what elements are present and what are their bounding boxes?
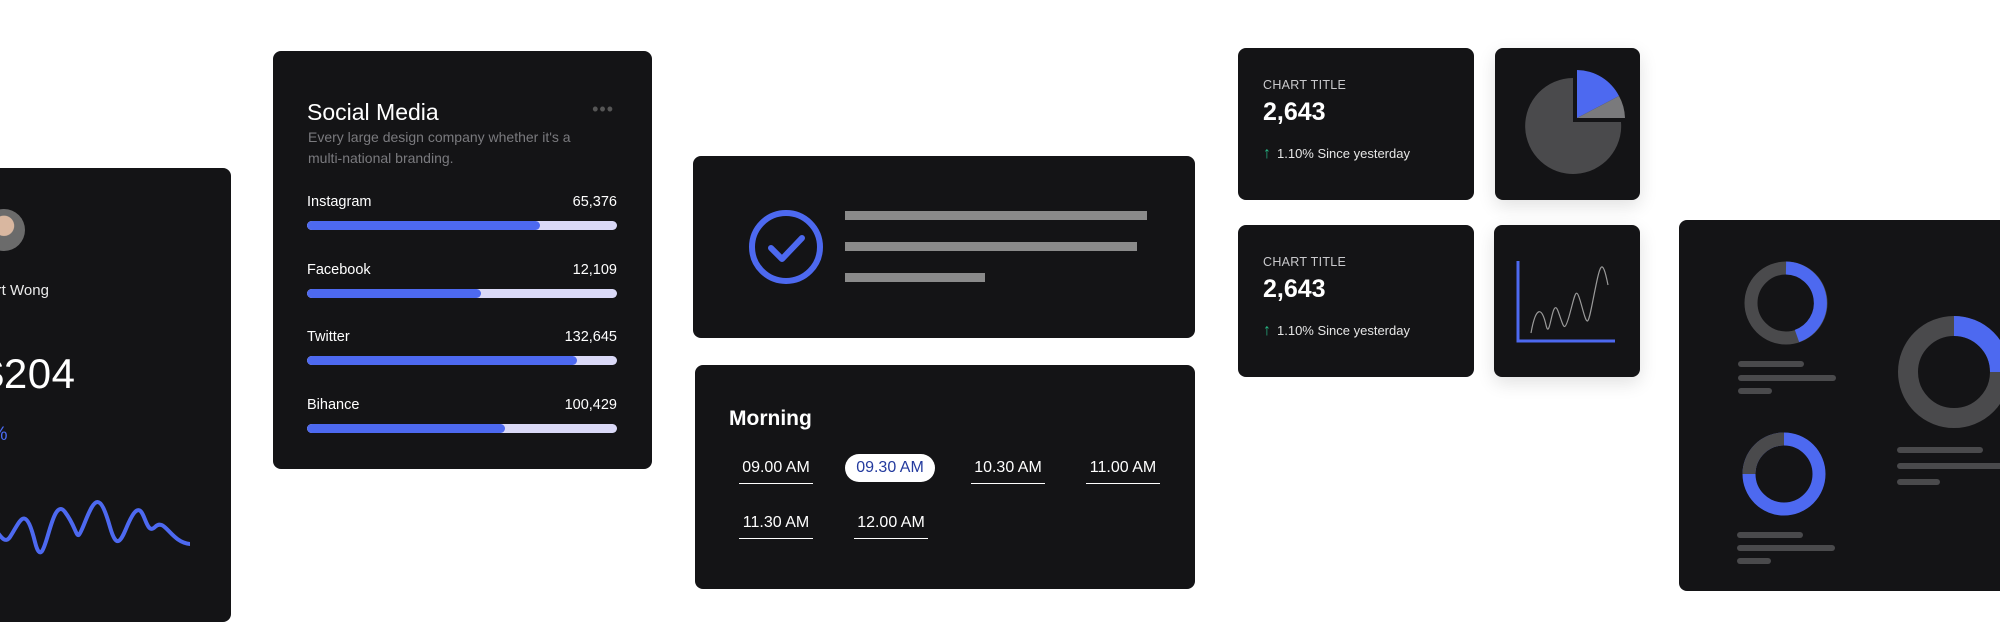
- donut-charts-card: [1679, 220, 2000, 591]
- social-row-label: Instagram: [307, 194, 372, 210]
- text-placeholder: [845, 273, 985, 282]
- social-description: Every large design company whether it's …: [308, 129, 571, 166]
- more-options-icon[interactable]: •••: [592, 99, 614, 120]
- stat-change-text: 1.10% Since yesterday: [1277, 146, 1410, 161]
- stat-change: ↑ 1.10% Since yesterday: [1263, 145, 1410, 163]
- stat-label: CHART TITLE: [1263, 78, 1347, 92]
- progress-fill: [307, 356, 577, 365]
- check-card: [693, 156, 1195, 338]
- stat-label: CHART TITLE: [1263, 255, 1347, 269]
- progress-track: [307, 356, 617, 365]
- social-row-label: Bihance: [307, 397, 360, 413]
- text-placeholder: [1738, 361, 1804, 367]
- profile-amount: $204: [0, 350, 76, 397]
- text-placeholder: [845, 211, 1147, 220]
- social-row-value: 12,109: [572, 262, 617, 278]
- stat-card: CHART TITLE 2,643 ↑ 1.10% Since yesterday: [1238, 48, 1474, 200]
- progress-fill: [307, 424, 506, 433]
- profile-name: bert Wong: [0, 282, 49, 299]
- profile-percent: 5%: [0, 424, 7, 446]
- arrow-up-icon: ↑: [1263, 145, 1271, 162]
- pie-chart-card: [1495, 48, 1640, 200]
- check-circle-icon: [749, 210, 823, 284]
- progress-fill: [307, 221, 540, 230]
- progress-track: [307, 424, 617, 433]
- donut-track: [1742, 432, 1785, 475]
- text-placeholder: [1737, 558, 1771, 564]
- line-chart-card: [1494, 225, 1640, 377]
- progress-track: [307, 221, 617, 230]
- text-placeholder: [1737, 545, 1835, 551]
- progress-fill: [307, 289, 481, 298]
- stat-card: CHART TITLE 2,643 ↑ 1.10% Since yesterday: [1238, 225, 1474, 377]
- social-row-value: 132,645: [564, 329, 617, 345]
- donut-value: [1785, 261, 1827, 343]
- social-title: Social Media: [307, 99, 439, 125]
- morning-card: Morning 09.00 AM 09.30 AM 10.30 AM 11.00…: [695, 365, 1195, 589]
- stat-value: 2,643: [1263, 275, 1326, 303]
- progress-track: [307, 289, 617, 298]
- text-placeholder: [1897, 479, 1940, 485]
- morning-title: Morning: [729, 407, 812, 430]
- text-placeholder: [845, 242, 1137, 251]
- stat-value: 2,643: [1263, 98, 1326, 126]
- avatar[interactable]: [0, 209, 25, 251]
- social-row-label: Twitter: [307, 329, 350, 345]
- social-media-card: Social Media ••• Every large design comp…: [273, 51, 652, 469]
- text-placeholder: [1897, 447, 1983, 453]
- social-row-value: 65,376: [572, 194, 617, 210]
- chart-axes: [1516, 261, 1615, 343]
- time-slot[interactable]: 10.30 AM: [971, 459, 1045, 484]
- donut-charts: [1742, 261, 2000, 516]
- time-slot[interactable]: 11.30 AM: [739, 514, 813, 539]
- arrow-up-icon: ↑: [1263, 322, 1271, 339]
- text-placeholder: [1738, 375, 1836, 381]
- stat-change-text: 1.10% Since yesterday: [1277, 323, 1410, 338]
- time-slot[interactable]: 11.00 AM: [1086, 459, 1160, 484]
- text-placeholder: [1738, 388, 1772, 394]
- time-slot-selected[interactable]: 09.30 AM: [845, 454, 935, 482]
- pie-chart: [1525, 70, 1625, 174]
- text-placeholder: [1737, 532, 1803, 538]
- stat-change: ↑ 1.10% Since yesterday: [1263, 322, 1410, 340]
- social-row-value: 100,429: [564, 397, 617, 413]
- text-placeholder: [1897, 463, 2000, 469]
- social-row-label: Facebook: [307, 262, 371, 278]
- chart-line: [1530, 266, 1609, 334]
- donut-value: [1953, 316, 2000, 373]
- line-chart: [1516, 261, 1615, 343]
- time-slot[interactable]: 09.00 AM: [739, 459, 813, 484]
- profile-card: bert Wong $204 5%: [0, 168, 231, 622]
- profile-sparkline: [0, 500, 190, 555]
- time-slot[interactable]: 12.00 AM: [854, 514, 928, 539]
